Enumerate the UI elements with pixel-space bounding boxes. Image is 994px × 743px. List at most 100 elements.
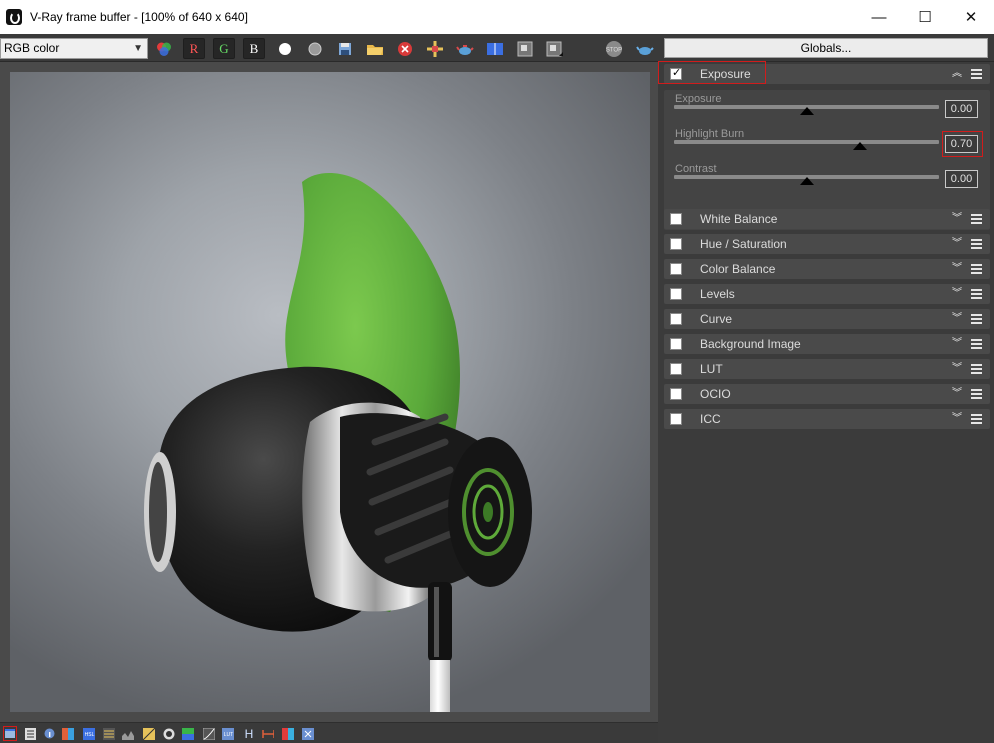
section-background-image[interactable]: Background Image ︾ <box>664 334 990 354</box>
section-color-balance[interactable]: Color Balance ︾ <box>664 259 990 279</box>
menu-icon[interactable] <box>970 361 984 376</box>
menu-icon[interactable] <box>970 211 984 226</box>
section-checkbox[interactable] <box>670 413 682 425</box>
section-label: Color Balance <box>700 262 776 276</box>
slider-handle[interactable] <box>799 177 814 185</box>
green-channel-button[interactable]: G <box>213 38 235 59</box>
clear-image-icon[interactable] <box>394 38 416 59</box>
slider-handle[interactable] <box>852 142 867 150</box>
expand-icon[interactable]: ︾ <box>950 236 964 251</box>
minimize-button[interactable]: — <box>856 0 902 34</box>
menu-icon[interactable] <box>970 66 984 81</box>
channel-select[interactable]: RGB color ▼ <box>0 38 148 59</box>
render-last-teapot-icon[interactable] <box>634 38 656 59</box>
section-label: Background Image <box>700 337 801 351</box>
section-ocio[interactable]: OCIO ︾ <box>664 384 990 404</box>
menu-icon[interactable] <box>970 236 984 251</box>
split-view-icon[interactable] <box>282 727 294 740</box>
section-checkbox[interactable] <box>670 388 682 400</box>
open-folder-icon[interactable] <box>364 38 386 59</box>
blue-channel-button[interactable]: B <box>243 38 265 59</box>
alpha-white-icon[interactable] <box>274 38 296 59</box>
window-controls: — ☐ ✕ <box>856 0 994 34</box>
render-teapot-icon[interactable] <box>454 38 476 59</box>
slider-handle[interactable] <box>799 107 814 115</box>
section-checkbox[interactable] <box>670 288 682 300</box>
save-image-icon[interactable] <box>334 38 356 59</box>
curve-icon[interactable] <box>143 727 155 740</box>
section-hue-saturation[interactable]: Hue / Saturation ︾ <box>664 234 990 254</box>
stop-render-icon[interactable]: STOP <box>603 38 625 59</box>
log-icon[interactable] <box>24 727 36 740</box>
expand-icon[interactable]: ︾ <box>950 411 964 426</box>
section-label: Hue / Saturation <box>700 237 787 251</box>
exposure-value-field[interactable]: 0.00 <box>945 100 978 118</box>
menu-icon[interactable] <box>970 311 984 326</box>
lut-icon[interactable]: LUT <box>222 727 234 740</box>
menu-icon[interactable] <box>970 386 984 401</box>
menu-icon[interactable] <box>970 286 984 301</box>
lens-effects-icon[interactable] <box>544 38 566 59</box>
title-bar: V-Ray frame buffer - [100% of 640 x 640]… <box>0 0 994 34</box>
mono-icon[interactable] <box>304 38 326 59</box>
hsl-icon[interactable]: HSL <box>83 727 95 740</box>
expand-icon[interactable]: ︾ <box>950 386 964 401</box>
section-icc[interactable]: ICC ︾ <box>664 409 990 429</box>
earbud-render-image <box>144 172 532 712</box>
section-label: White Balance <box>700 212 778 226</box>
section-checkbox[interactable] <box>670 238 682 250</box>
compare-ab-icon[interactable] <box>484 38 506 59</box>
section-label: ICC <box>700 412 721 426</box>
contrast-value-field[interactable]: 0.00 <box>945 170 978 188</box>
red-channel-button[interactable]: R <box>183 38 205 59</box>
lens-icon[interactable] <box>163 727 175 740</box>
region-render-icon[interactable] <box>424 38 446 59</box>
levels-icon[interactable] <box>103 727 115 740</box>
histogram-icon[interactable] <box>122 727 134 740</box>
section-levels[interactable]: Levels ︾ <box>664 284 990 304</box>
section-checkbox[interactable] <box>670 338 682 350</box>
section-checkbox[interactable] <box>670 313 682 325</box>
chevron-down-icon: ▼ <box>133 43 143 54</box>
color-picker-icon[interactable] <box>62 727 74 740</box>
background-image-icon[interactable] <box>182 727 194 740</box>
highlight-box <box>942 131 983 157</box>
exposure-slider[interactable] <box>674 105 939 115</box>
highlight-burn-slider[interactable] <box>674 140 939 150</box>
toolbar: RGB color ▼ R G B STOP Globals... <box>0 34 994 62</box>
section-white-balance[interactable]: White Balance ︾ <box>664 209 990 229</box>
section-lut[interactable]: LUT ︾ <box>664 359 990 379</box>
histogram-h-icon[interactable]: H <box>243 727 255 741</box>
expand-icon[interactable]: ︾ <box>950 261 964 276</box>
menu-icon[interactable] <box>970 336 984 351</box>
section-curve[interactable]: Curve ︾ <box>664 309 990 329</box>
expand-icon[interactable]: ︾ <box>950 311 964 326</box>
collapse-icon[interactable]: ︽ <box>950 66 964 81</box>
expand-icon[interactable]: ︾ <box>950 336 964 351</box>
close-button[interactable]: ✕ <box>948 0 994 34</box>
maximize-button[interactable]: ☐ <box>902 0 948 34</box>
highlight-box <box>658 61 766 84</box>
expand-icon[interactable]: ︾ <box>950 286 964 301</box>
svg-text:LUT: LUT <box>224 732 233 738</box>
section-checkbox[interactable] <box>670 213 682 225</box>
color-channels-icon[interactable] <box>153 38 175 59</box>
contrast-slider[interactable] <box>674 175 939 185</box>
globals-button[interactable]: Globals... <box>664 38 988 58</box>
section-checkbox[interactable] <box>670 263 682 275</box>
display-window-icon[interactable] <box>3 726 17 741</box>
rendered-image[interactable] <box>10 72 650 712</box>
status-bar: HSL LUT H <box>0 722 658 743</box>
reset-icon[interactable] <box>302 727 314 740</box>
stretch-icon[interactable] <box>262 727 274 740</box>
expand-icon[interactable]: ︾ <box>950 361 964 376</box>
render-view <box>0 62 658 722</box>
exposure-slider-label: Exposure <box>675 93 722 105</box>
section-checkbox[interactable] <box>670 363 682 375</box>
show-history-icon[interactable] <box>514 38 536 59</box>
gamma-icon[interactable] <box>203 727 215 740</box>
menu-icon[interactable] <box>970 261 984 276</box>
expand-icon[interactable]: ︾ <box>950 211 964 226</box>
menu-icon[interactable] <box>970 411 984 426</box>
info-icon[interactable] <box>43 727 55 740</box>
